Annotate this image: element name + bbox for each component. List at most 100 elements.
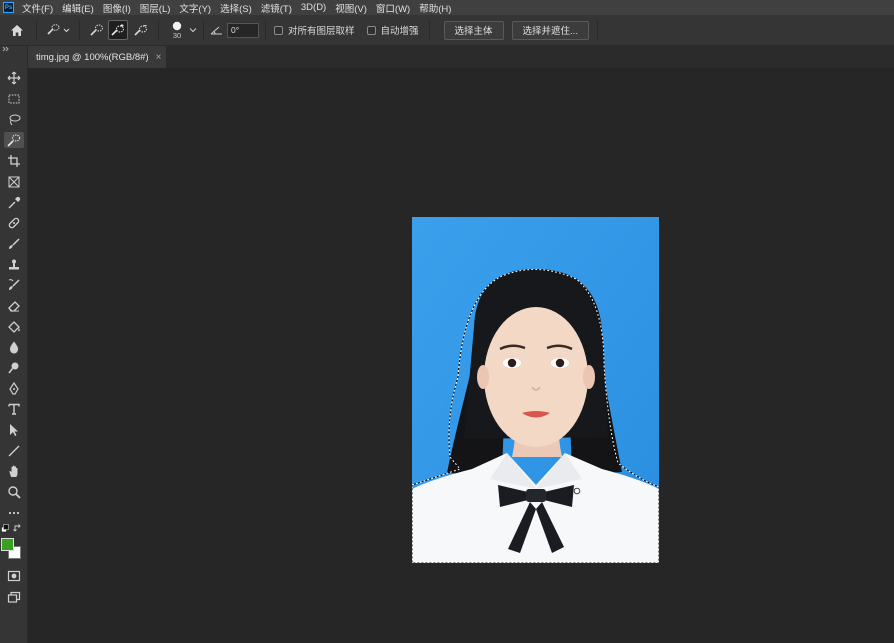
marquee-tool[interactable]: [4, 91, 24, 107]
quick-selection-tool[interactable]: [4, 132, 24, 148]
photoshop-logo-icon[interactable]: Ps: [3, 2, 14, 13]
dodge-icon: [8, 362, 19, 374]
eraser-tool[interactable]: [4, 298, 24, 314]
type-tool[interactable]: [4, 401, 24, 417]
new-selection-button[interactable]: [86, 20, 108, 40]
clone-stamp-tool[interactable]: [4, 257, 24, 273]
checkbox-box[interactable]: [366, 25, 376, 35]
pen-icon: [9, 382, 19, 395]
more-tools-icon: [8, 511, 20, 515]
brush-size-value: 30: [172, 30, 182, 40]
menu-type[interactable]: 文字(Y): [179, 1, 211, 15]
path-selection-icon: [10, 424, 18, 436]
portrait-photo: [412, 217, 659, 563]
menu-edit[interactable]: 编辑(E): [62, 1, 94, 15]
select-subject-button[interactable]: 选择主体: [443, 20, 504, 40]
pen-tool[interactable]: [4, 381, 24, 397]
divider: [79, 20, 80, 40]
collapse-panel-icon[interactable]: [2, 46, 10, 52]
blur-tool[interactable]: [4, 339, 24, 355]
add-to-selection-icon: [111, 24, 124, 36]
lasso-tool[interactable]: [4, 112, 24, 128]
line-icon: [8, 445, 20, 457]
auto-enhance-label: 自动增强: [380, 26, 419, 37]
divider: [203, 20, 204, 40]
select-and-mask-button[interactable]: 选择并遮住...: [511, 20, 589, 40]
new-selection-icon: [90, 24, 103, 36]
eyedropper-icon: [8, 196, 21, 209]
auto-enhance-checkbox[interactable]: 自动增强: [366, 23, 419, 37]
path-selection-tool[interactable]: [4, 422, 24, 438]
subtract-from-selection-button[interactable]: [130, 20, 152, 40]
angle-icon: [210, 26, 222, 35]
menu-layer[interactable]: 图层(L): [140, 1, 171, 15]
document-image[interactable]: [412, 217, 659, 563]
hand-tool[interactable]: [4, 463, 24, 479]
menu-help[interactable]: 帮助(H): [419, 1, 451, 15]
screen-mode-icon: [7, 591, 21, 603]
dodge-tool[interactable]: [4, 360, 24, 376]
menu-window[interactable]: 窗口(W): [376, 1, 410, 15]
healing-brush-icon: [8, 217, 20, 229]
chevron-down-icon[interactable]: [189, 27, 197, 33]
menu-view[interactable]: 视图(V): [335, 1, 367, 15]
paint-bucket-tool[interactable]: [4, 319, 24, 335]
screen-mode-button[interactable]: [4, 589, 24, 605]
quick-selection-preset-icon: [47, 24, 70, 35]
healing-brush-tool[interactable]: [4, 215, 24, 231]
brush-icon: [9, 238, 20, 249]
quick-mask-icon: [7, 570, 21, 582]
angle-input[interactable]: 0°: [227, 22, 259, 38]
brush-tip-icon: [172, 21, 182, 30]
foreground-color-swatch[interactable]: [1, 538, 14, 551]
default-colors-icon[interactable]: [1, 524, 10, 533]
frame-tool[interactable]: [4, 174, 24, 190]
marquee-icon: [8, 94, 20, 104]
document-tab[interactable]: timg.jpg @ 100%(RGB/8#) ×: [28, 46, 166, 68]
quick-mask-button[interactable]: [4, 568, 24, 584]
move-tool[interactable]: [4, 70, 24, 86]
brush-size-picker[interactable]: 30: [165, 16, 189, 44]
close-icon[interactable]: ×: [156, 52, 162, 63]
document-tab-bar: timg.jpg @ 100%(RGB/8#) ×: [28, 46, 894, 68]
divider: [428, 20, 430, 40]
menu-select[interactable]: 选择(S): [220, 1, 252, 15]
divider: [596, 20, 598, 40]
type-icon: [8, 403, 20, 415]
tool-preset-picker[interactable]: [43, 20, 73, 40]
menu-3d[interactable]: 3D(D): [301, 2, 326, 13]
crop-icon: [8, 155, 20, 167]
blur-icon: [9, 341, 19, 354]
swap-colors-icon[interactable]: [13, 524, 22, 533]
document-tab-title: timg.jpg @ 100%(RGB/8#): [36, 51, 149, 63]
menu-filter[interactable]: 滤镜(T): [261, 1, 292, 15]
history-brush-tool[interactable]: [4, 277, 24, 293]
add-to-selection-button[interactable]: [108, 20, 128, 40]
clone-stamp-icon: [9, 259, 19, 270]
crop-tool[interactable]: [4, 153, 24, 169]
history-brush-icon: [8, 279, 20, 290]
eyedropper-tool[interactable]: [4, 195, 24, 211]
eraser-icon: [8, 301, 20, 312]
divider: [36, 20, 37, 40]
menu-file[interactable]: 文件(F): [22, 1, 53, 15]
subtract-from-selection-icon: [134, 25, 147, 36]
brush-tool[interactable]: [4, 236, 24, 252]
frame-icon: [8, 176, 20, 188]
home-icon[interactable]: [4, 20, 30, 40]
options-bar: 30 0° 对所有图层取样 自动增强 选择主体 选择并遮住...: [0, 15, 894, 46]
zoom-tool[interactable]: [4, 484, 24, 500]
lasso-icon: [9, 114, 21, 126]
divider: [265, 20, 266, 40]
zoom-icon: [8, 486, 21, 499]
paint-bucket-icon: [8, 321, 20, 333]
hand-icon: [9, 465, 18, 477]
sample-all-layers-label: 对所有图层取样: [288, 26, 355, 37]
sample-all-layers-checkbox[interactable]: 对所有图层取样: [274, 23, 355, 37]
more-tools-button[interactable]: [4, 505, 24, 521]
checkbox-box[interactable]: [274, 25, 283, 35]
menu-bar: Ps 文件(F) 编辑(E) 图像(I) 图层(L) 文字(Y) 选择(S) 滤…: [0, 0, 894, 15]
menu-image[interactable]: 图像(I): [103, 1, 131, 15]
move-icon: [7, 71, 21, 85]
line-tool[interactable]: [4, 443, 24, 459]
